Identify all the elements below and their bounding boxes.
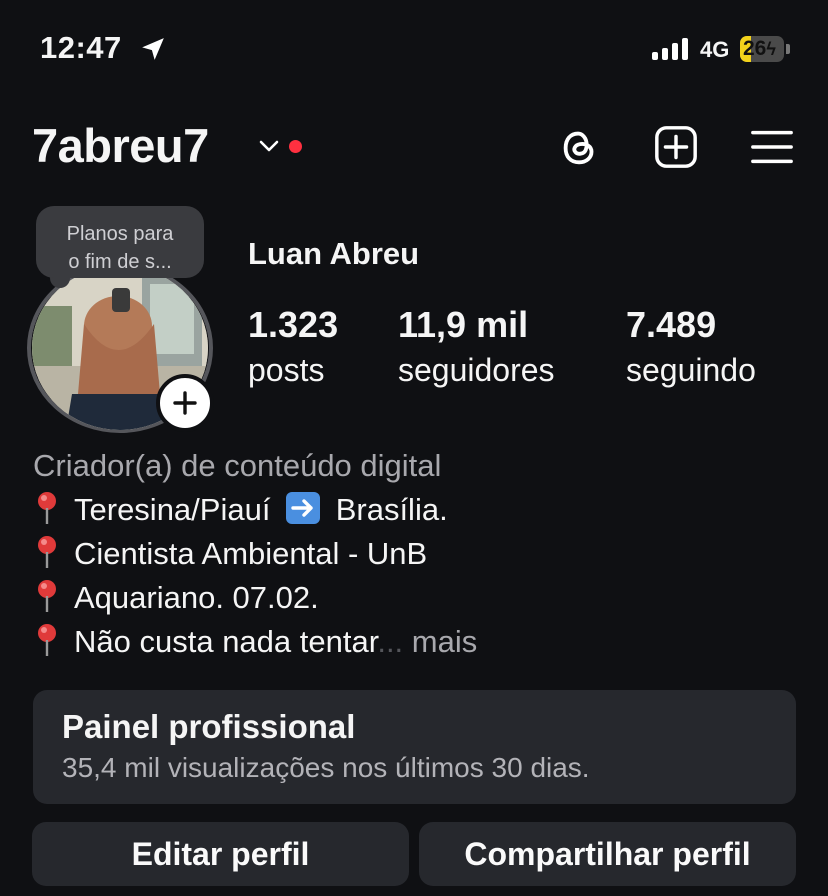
- bio-line-4: Não custa nada tentar... mais: [33, 620, 477, 664]
- profile-name: Luan Abreu: [248, 236, 420, 271]
- chevron-down-icon[interactable]: [258, 138, 280, 154]
- add-story-button[interactable]: [156, 374, 214, 432]
- username-switcher[interactable]: 7abreu7: [32, 118, 209, 173]
- notification-dot: [289, 140, 302, 153]
- bio-ellipsis: ...: [377, 624, 404, 659]
- pin-icon: [38, 492, 56, 524]
- plus-icon: [173, 391, 197, 415]
- followers-count[interactable]: 11,9 mil: [398, 304, 528, 346]
- note-line-1: Planos para: [66, 223, 174, 245]
- posts-count[interactable]: 1.323: [248, 304, 338, 346]
- add-content-icon[interactable]: [653, 124, 699, 170]
- edit-profile-button[interactable]: Editar perfil: [32, 822, 409, 886]
- bio-category: Criador(a) de conteúdo digital: [33, 448, 442, 483]
- arrow-right-icon: [286, 492, 321, 524]
- battery-icon: 26ϟ: [740, 36, 784, 62]
- battery-percent: 26ϟ: [743, 37, 776, 60]
- pin-icon: [38, 624, 56, 656]
- bio-line-2: Cientista Ambiental - UnB: [33, 532, 427, 576]
- professional-dashboard-subtitle: 35,4 mil visualizações nos últimos 30 di…: [62, 752, 590, 783]
- threads-icon[interactable]: [557, 124, 603, 170]
- note-line-2: o fim de s...: [68, 251, 172, 273]
- following-count[interactable]: 7.489: [626, 304, 716, 346]
- location-arrow-icon: [142, 38, 164, 60]
- pin-icon: [38, 580, 56, 612]
- posts-label[interactable]: posts: [248, 352, 324, 389]
- battery-cap: [786, 44, 790, 54]
- network-type: 4G: [700, 37, 730, 62]
- menu-icon[interactable]: [749, 124, 795, 170]
- profile-note-bubble[interactable]: Planos para o fim de s...: [36, 206, 204, 278]
- professional-dashboard-title: Painel profissional: [62, 708, 356, 745]
- bio-more-link[interactable]: mais: [412, 624, 477, 659]
- bio-line-3: Aquariano. 07.02.: [33, 576, 319, 620]
- followers-label[interactable]: seguidores: [398, 352, 555, 389]
- status-time: 12:47: [40, 30, 122, 65]
- cellular-signal-icon: [652, 38, 688, 60]
- pin-icon: [38, 536, 56, 568]
- bio-line-1: Teresina/Piauí Brasília.: [33, 488, 448, 532]
- share-profile-button[interactable]: Compartilhar perfil: [419, 822, 796, 886]
- following-label[interactable]: seguindo: [626, 352, 756, 389]
